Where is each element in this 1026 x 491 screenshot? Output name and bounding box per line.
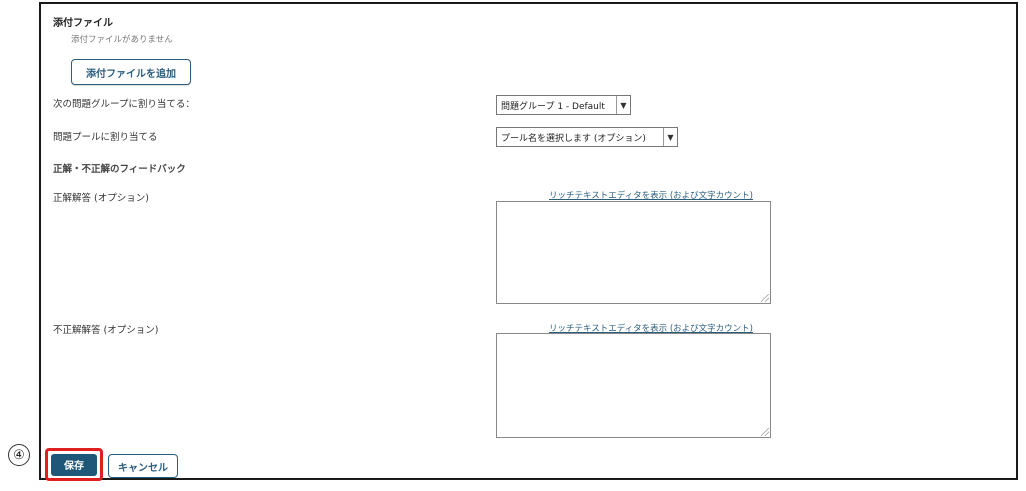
no-attachments-text: 添付ファイルがありません <box>71 35 173 45</box>
feedback-section-title: 正解・不正解のフィードバック <box>53 164 186 175</box>
correct-feedback-label: 正解解答 (オプション) <box>53 193 149 204</box>
question-pool-select[interactable]: プール名を選択します (オプション) ▼ <box>496 127 678 147</box>
correct-feedback-textarea[interactable] <box>496 201 771 304</box>
group-assign-label: 次の問題グループに割り当てる： <box>53 99 195 110</box>
resize-grip-icon[interactable] <box>761 294 769 302</box>
dropdown-arrow-icon[interactable]: ▼ <box>663 128 677 146</box>
save-button[interactable]: 保存 <box>51 453 97 476</box>
incorrect-feedback-textarea[interactable] <box>496 333 771 438</box>
question-pool-selected-value: プール名を選択します (オプション) <box>501 133 646 144</box>
add-attachment-button[interactable]: 添付ファイルを追加 <box>71 59 191 85</box>
incorrect-feedback-label: 不正解解答 (オプション) <box>53 325 159 336</box>
correct-rich-text-editor-link[interactable]: リッチテキストエディタを表示 (および文字カウント) <box>549 189 753 201</box>
save-button-highlight: 保存 <box>45 448 103 481</box>
question-group-selected-value: 問題グループ 1 - Default <box>501 101 605 112</box>
resize-grip-icon[interactable] <box>761 428 769 436</box>
question-settings-panel: 添付ファイル 添付ファイルがありません 添付ファイルを追加 次の問題グループに割… <box>39 2 1018 481</box>
step-number-marker: ④ <box>8 444 30 466</box>
dropdown-arrow-icon[interactable]: ▼ <box>616 96 630 114</box>
pool-assign-label: 問題プールに割り当てる <box>53 132 158 143</box>
attachments-title: 添付ファイル <box>53 18 113 29</box>
question-group-select[interactable]: 問題グループ 1 - Default ▼ <box>496 95 631 115</box>
cancel-button[interactable]: キャンセル <box>108 454 178 478</box>
